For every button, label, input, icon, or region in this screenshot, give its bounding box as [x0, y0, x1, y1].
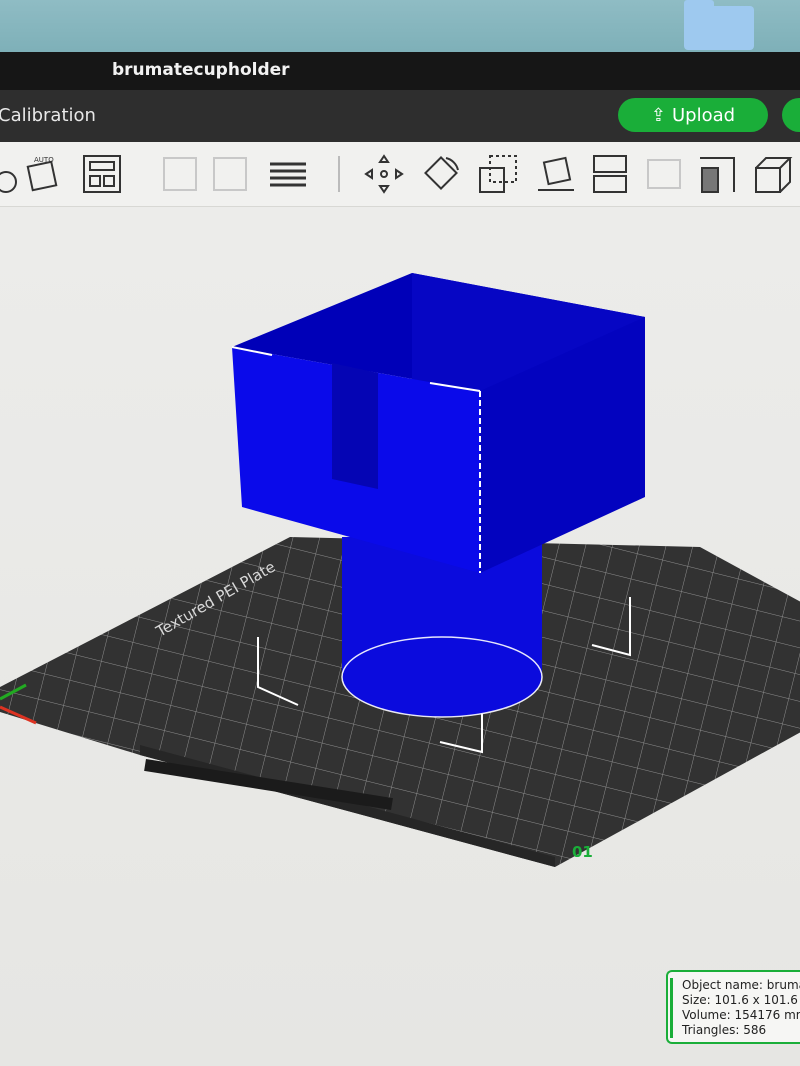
object-info-panel: Object name: bruma Size: 101.6 x 101.6 x…: [666, 970, 800, 1044]
upload-label: Upload: [672, 104, 736, 126]
layers-icon[interactable]: [266, 152, 310, 196]
split-objects-icon[interactable]: [158, 152, 202, 196]
window-title: brumatecupholder: [112, 60, 290, 80]
cut-icon[interactable]: [588, 152, 632, 196]
object-triangles: Triangles: 586: [682, 1023, 767, 1037]
lay-on-face-icon[interactable]: [534, 152, 578, 196]
svg-text:AUTO: AUTO: [34, 156, 54, 164]
upload-icon: ⇪: [650, 104, 666, 126]
seam-paint-icon[interactable]: [696, 152, 740, 196]
auto-orient-icon[interactable]: AUTO: [22, 152, 66, 196]
scale-icon[interactable]: [476, 152, 520, 196]
toolbar-divider: [338, 156, 340, 192]
rotate-icon[interactable]: [420, 152, 464, 196]
tab-calibration[interactable]: Calibration: [0, 105, 96, 126]
plate-number[interactable]: 01: [572, 843, 593, 861]
info-accent-bar: [670, 978, 673, 1038]
support-paint-icon[interactable]: [642, 152, 686, 196]
measure-icon[interactable]: [750, 152, 794, 196]
upload-button[interactable]: ⇪ Upload: [618, 98, 768, 132]
scene-canvas[interactable]: Textured PEI Plate: [0, 207, 800, 1066]
object-size: Size: 101.6 x 101.6 x: [682, 993, 800, 1007]
desktop-background: [0, 0, 800, 52]
3d-viewport[interactable]: Textured PEI Plate: [0, 207, 800, 1066]
window-titlebar: brumatecupholder: [0, 52, 800, 90]
folder-icon[interactable]: [684, 0, 754, 50]
arrange-icon[interactable]: [80, 152, 124, 196]
object-volume: Volume: 154176 mm: [682, 1008, 800, 1022]
toolbar: AUTO: [0, 142, 800, 207]
move-icon[interactable]: [362, 152, 406, 196]
split-parts-icon[interactable]: [208, 152, 252, 196]
object-name: Object name: bruma: [682, 978, 800, 992]
